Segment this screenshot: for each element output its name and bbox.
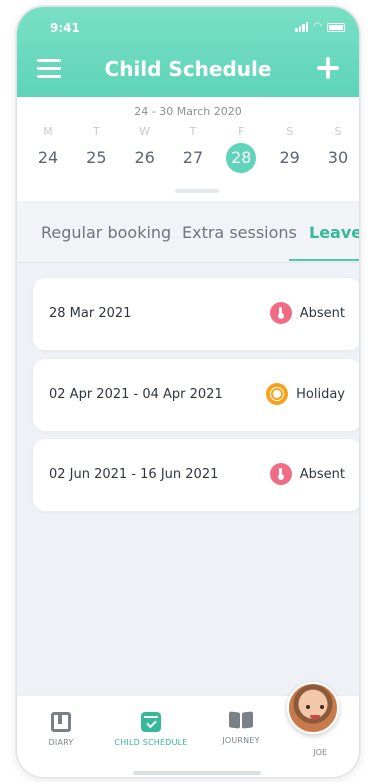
status-icons: ◠ [295,22,345,32]
leave-status: Absent [269,463,345,485]
nav-label: JOURNEY [222,736,260,745]
day-30[interactable]: 30 [323,143,353,173]
avatar[interactable] [287,682,339,734]
weekday-label: T [92,125,100,138]
leave-item[interactable]: 02 Apr 2021 - 04 Apr 2021 Holiday [33,359,359,431]
leave-status-label: Holiday [296,386,345,402]
nav-joe-label[interactable]: JOE [313,748,327,757]
weekday-label: T [189,125,197,138]
nav-journey[interactable]: JOURNEY [199,712,283,745]
day-26[interactable]: 26 [130,143,160,173]
calendar-drag-handle[interactable] [175,189,219,193]
day-29[interactable]: 29 [275,143,305,173]
date-range: 24 - 30 March 2020 [134,105,242,118]
nav-label: CHILD SCHEDULE [114,738,188,747]
leave-status-label: Absent [299,466,345,482]
leave-date: 02 Apr 2021 - 04 Apr 2021 [49,387,223,402]
tab-leave[interactable]: Leave [309,223,359,242]
tab-extra-sessions[interactable]: Extra sessions [182,223,297,242]
diary-icon [51,712,71,732]
bottom-nav: DIARY CHILD SCHEDULE JOURNEY JOE [17,682,359,777]
leave-item[interactable]: 28 Mar 2021 Absent [33,278,359,350]
book-icon [228,712,254,730]
day-25[interactable]: 25 [81,143,111,173]
week-calendar: 24 - 30 March 2020 M T W T F S S 24 25 2… [17,97,359,201]
active-tab-indicator [289,259,359,261]
nav-child-schedule[interactable]: CHILD SCHEDULE [109,712,193,747]
tab-bar: Regular booking Extra sessions Leave [17,201,359,263]
day-28-selected[interactable]: 28 [226,143,257,173]
weekday-row: M T W T F S S [33,125,353,138]
leave-status-label: Absent [299,305,345,321]
tab-regular-booking[interactable]: Regular booking [41,223,171,242]
day-24[interactable]: 24 [33,143,63,173]
weekday-label: M [43,125,53,138]
weekday-label: S [286,125,294,138]
app-header: 9:41 ◠ Child Schedule [17,7,359,97]
weekday-label: F [238,125,245,138]
day-row: 24 25 26 27 28 29 30 [33,143,353,173]
wifi-icon: ◠ [313,21,322,32]
home-indicator [133,771,261,775]
sun-icon [266,383,289,405]
status-bar: 9:41 ◠ [17,21,359,39]
leave-status: Holiday [266,383,345,405]
phone-frame: 9:41 ◠ Child Schedule 24 - 30 March 2020… [16,6,360,778]
nav-row: Child Schedule [17,53,359,85]
leave-date: 28 Mar 2021 [49,306,132,321]
add-button[interactable] [315,55,341,81]
weekday-label: S [334,125,342,138]
status-time: 9:41 [50,21,80,35]
nav-label: DIARY [48,738,74,747]
leave-item[interactable]: 02 Jun 2021 - 16 Jun 2021 Absent [33,439,359,511]
thermometer-icon [269,302,292,324]
page-title: Child Schedule [104,57,272,81]
thermometer-icon [269,463,292,485]
weekday-label: W [139,125,151,138]
day-27[interactable]: 27 [178,143,208,173]
battery-icon [327,22,345,32]
calendar-check-icon [141,712,161,732]
nav-diary[interactable]: DIARY [19,712,103,747]
leave-status: Absent [269,302,345,324]
signal-icon [295,22,309,32]
leave-date: 02 Jun 2021 - 16 Jun 2021 [49,467,219,482]
